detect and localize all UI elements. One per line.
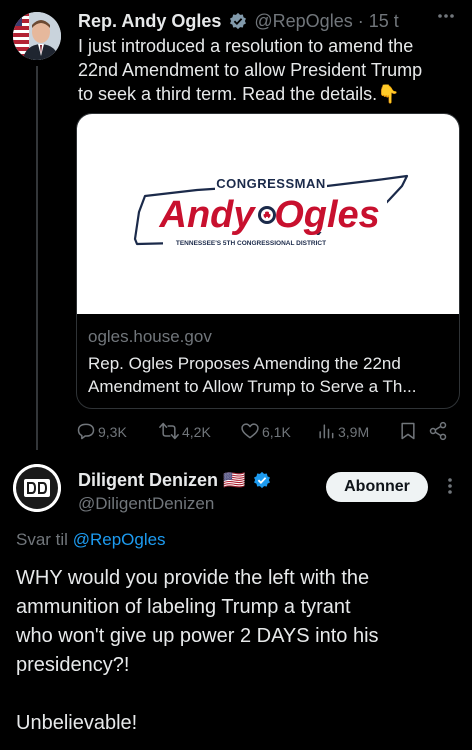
reply-icon: [76, 421, 98, 444]
views-button[interactable]: 3,9M: [316, 420, 369, 444]
logo-name-first: Andy: [159, 194, 257, 236]
bookmark-icon: [398, 421, 420, 444]
repost-icon: [158, 421, 182, 444]
tweet-header: Rep. Andy Ogles @RepOgles · 15 t: [78, 10, 399, 35]
like-count: 6,1K: [262, 424, 291, 440]
card-image: CONGRESSMAN Andy Ogles TENNESSEE'S 5TH C…: [77, 114, 459, 314]
tweet-text: WHY would you provide the left with the …: [16, 567, 379, 734]
share-button[interactable]: [428, 420, 450, 444]
card-title: Rep. Ogles Proposes Amending the 22nd Am…: [88, 354, 417, 396]
author-name[interactable]: Rep. Andy Ogles: [78, 11, 221, 31]
author-name[interactable]: Diligent Denizen 🇺🇸: [78, 470, 245, 490]
andy-ogles-logo: CONGRESSMAN Andy Ogles TENNESSEE'S 5TH C…: [133, 174, 409, 247]
repost-count: 4,2K: [182, 424, 211, 440]
reply-count: 9,3K: [98, 424, 127, 440]
tweet-text: I just introduced a resolution to amend …: [78, 36, 423, 104]
logo-name-last: Ogles: [274, 194, 380, 236]
verified-badge-icon: [253, 471, 271, 494]
bookmark-button[interactable]: [398, 420, 420, 444]
more-options-icon[interactable]: [436, 6, 456, 32]
thread-line: [36, 66, 38, 450]
logo-bottom-text: TENNESSEE'S 5TH CONGRESSIONAL DISTRICT: [176, 240, 326, 247]
author-handle[interactable]: @RepOgles: [254, 11, 352, 31]
follow-button[interactable]: Abonner: [326, 472, 428, 502]
card-domain: ogles.house.gov: [88, 327, 212, 346]
views-count: 3,9M: [338, 424, 370, 440]
avatar[interactable]: [13, 12, 61, 60]
reply-prefix: Svar til: [16, 530, 68, 549]
tweet-actions: 9,3K 4,2K 6,1K 3,9M: [76, 420, 456, 444]
timestamp[interactable]: · 15 t: [358, 11, 399, 31]
link-card[interactable]: CONGRESSMAN Andy Ogles TENNESSEE'S 5TH C…: [76, 113, 460, 409]
more-options-icon[interactable]: [440, 476, 460, 501]
heart-icon: [240, 421, 262, 444]
replying-to: Svar til @RepOgles: [16, 530, 166, 550]
views-icon: [316, 421, 338, 444]
repost-button[interactable]: 4,2K: [158, 420, 211, 444]
share-icon: [428, 421, 450, 444]
author-name-row: Diligent Denizen 🇺🇸: [78, 470, 271, 494]
dd-logo-icon: [13, 464, 61, 512]
author-handle[interactable]: @DiligentDenizen: [78, 494, 214, 514]
logo-top-text: CONGRESSMAN: [216, 176, 326, 191]
like-button[interactable]: 6,1K: [240, 420, 291, 444]
verified-badge-icon: [229, 12, 247, 35]
avatar-photo: [13, 12, 61, 60]
reply-button[interactable]: 9,3K: [76, 420, 127, 444]
reply-mention-link[interactable]: @RepOgles: [73, 530, 166, 549]
avatar[interactable]: [13, 464, 61, 512]
